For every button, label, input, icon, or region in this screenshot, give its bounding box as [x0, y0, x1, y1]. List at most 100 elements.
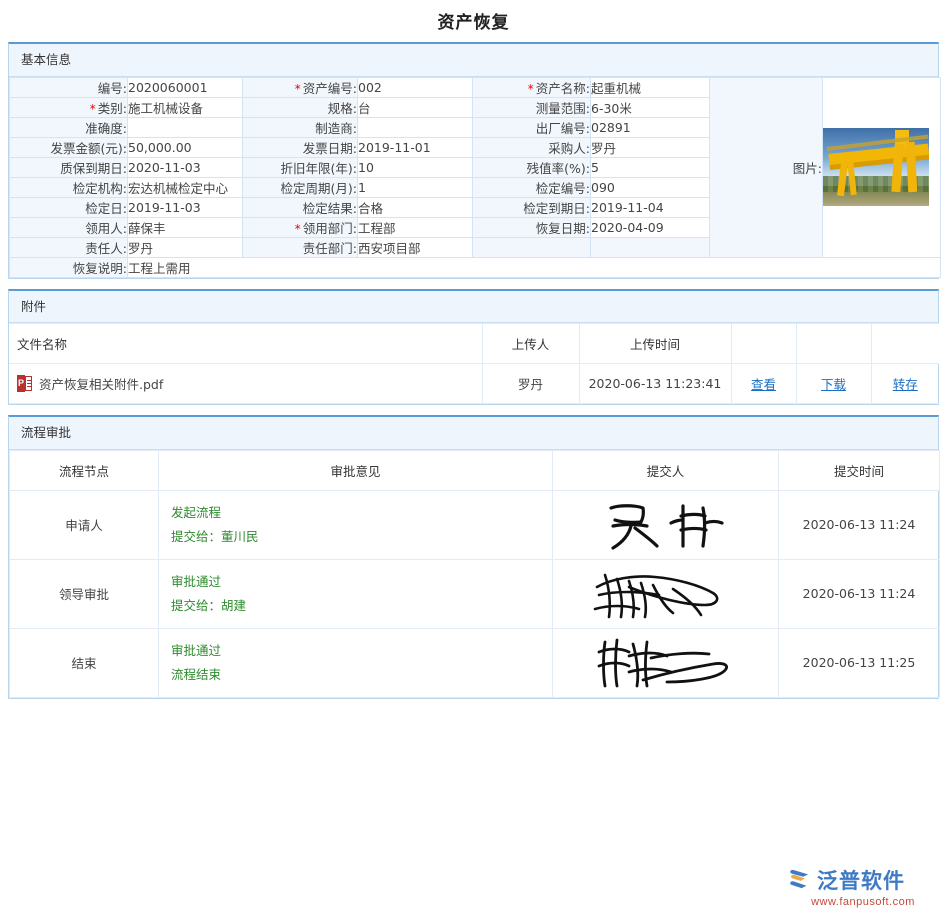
flow-node-name: 申请人: [10, 490, 159, 559]
label-text: 出厂编号:: [536, 121, 590, 136]
field-value[interactable]: 2020-11-03: [128, 157, 243, 177]
col-header-action-download: [796, 324, 871, 364]
flow-opinion-line: 提交给：董川民: [171, 525, 544, 549]
basic-info-panel: 基本信息 编号: 2020060001 *资产编号: 002 *资产名称: 起重…: [8, 42, 939, 279]
field-value[interactable]: 宏达机械检定中心: [128, 177, 243, 197]
label-text: 检定结果:: [303, 201, 357, 216]
field-value[interactable]: 50,000.00: [128, 137, 243, 157]
flow-opinion: 审批通过 流程结束: [159, 628, 553, 697]
asset-image-cell: [823, 77, 941, 257]
label-text: 折旧年限(年):: [281, 161, 357, 176]
field-value[interactable]: 施工机械设备: [128, 97, 243, 117]
field-value[interactable]: 6-30米: [591, 97, 710, 117]
field-label: 检定周期(月):: [243, 177, 358, 197]
save-as-link[interactable]: 转存: [893, 377, 918, 392]
flow-time: 2020-06-13 11:24: [779, 559, 940, 628]
field-value[interactable]: 1: [358, 177, 473, 197]
label-text: 资产编号:: [303, 81, 357, 96]
label-text: 资产名称:: [536, 81, 590, 96]
view-link[interactable]: 查看: [751, 377, 776, 392]
field-value[interactable]: 罗丹: [128, 237, 243, 257]
field-label: 出厂编号:: [473, 117, 591, 137]
note-label: 恢复说明:: [10, 257, 128, 277]
label-text: 类别:: [98, 101, 127, 116]
flow-node-name: 领导审批: [10, 559, 159, 628]
required-asterisk: *: [90, 102, 96, 116]
table-row: 编号: 2020060001 *资产编号: 002 *资产名称: 起重机械 图片…: [10, 77, 941, 97]
attachment-panel: 附件 文件名称 上传人 上传时间: [8, 289, 939, 406]
field-value[interactable]: 090: [591, 177, 710, 197]
image-label-text: 图片:: [793, 161, 822, 176]
table-row: P 资产恢复相关附件.pdf 罗丹 2020-06-13 11:23:41 查看…: [9, 364, 939, 404]
field-value[interactable]: 工程部: [358, 217, 473, 237]
field-value[interactable]: 起重机械: [591, 77, 710, 97]
field-value[interactable]: 2019-11-04: [591, 197, 710, 217]
field-label: 测量范围:: [473, 97, 591, 117]
watermark-brand: 泛普软件: [817, 865, 905, 895]
field-value[interactable]: 5: [591, 157, 710, 177]
attachment-action-cell: 转存: [871, 364, 939, 404]
field-value[interactable]: 台: [358, 97, 473, 117]
flow-node-name: 结束: [10, 628, 159, 697]
field-label: 检定结果:: [243, 197, 358, 217]
field-value[interactable]: 10: [358, 157, 473, 177]
label-text: 质保到期日:: [60, 161, 127, 176]
field-label: *类别:: [10, 97, 128, 117]
table-row: 结束 审批通过 流程结束: [10, 628, 940, 697]
flow-thead: 流程节点 审批意见 提交人 提交时间: [10, 450, 940, 490]
field-value[interactable]: 罗丹: [591, 137, 710, 157]
field-value[interactable]: 002: [358, 77, 473, 97]
table-row-note: 恢复说明: 工程上需用: [10, 257, 941, 277]
field-label: 检定到期日:: [473, 197, 591, 217]
field-value[interactable]: 西安项目部: [358, 237, 473, 257]
label-text: 检定日:: [85, 201, 127, 216]
fanpu-logo-icon: [787, 867, 813, 893]
label-text: 残值率(%):: [527, 161, 590, 176]
field-value[interactable]: 2020060001: [128, 77, 243, 97]
flow-time: 2020-06-13 11:24: [779, 490, 940, 559]
field-value[interactable]: [128, 117, 243, 137]
flow-signature-cell: [553, 490, 779, 559]
field-value[interactable]: 2020-04-09: [591, 217, 710, 237]
field-value[interactable]: [358, 117, 473, 137]
download-link[interactable]: 下载: [821, 377, 846, 392]
field-label: 领用人:: [10, 217, 128, 237]
field-value[interactable]: 2019-11-03: [128, 197, 243, 217]
attachment-file-name[interactable]: 资产恢复相关附件.pdf: [39, 374, 163, 393]
pdf-icon-sheet: [25, 376, 32, 391]
label-text: 发票金额(元):: [51, 141, 127, 156]
note-value[interactable]: 工程上需用: [128, 257, 941, 277]
field-value[interactable]: 2019-11-01: [358, 137, 473, 157]
flow-opinion: 审批通过 提交给：胡建: [159, 559, 553, 628]
col-header-file-name: 文件名称: [9, 324, 482, 364]
flow-opinion-line: 发起流程: [171, 501, 544, 525]
label-text: 发票日期:: [303, 141, 357, 156]
label-text: 领用部门:: [303, 221, 357, 236]
flow-tbody: 申请人 发起流程 提交给：董川民: [10, 490, 940, 697]
field-value[interactable]: 02891: [591, 117, 710, 137]
pdf-file-icon: P: [17, 375, 32, 392]
label-text: 检定编号:: [536, 181, 590, 196]
field-label: 恢复日期:: [473, 217, 591, 237]
attachment-section-title: 附件: [9, 291, 938, 324]
field-value[interactable]: 合格: [358, 197, 473, 217]
flow-opinion-line: 审批通过: [171, 639, 544, 663]
col-header-action-view: [731, 324, 796, 364]
basic-info-tbody: 编号: 2020060001 *资产编号: 002 *资产名称: 起重机械 图片…: [10, 77, 941, 277]
label-text: 检定到期日:: [523, 201, 590, 216]
table-header-row: 流程节点 审批意见 提交人 提交时间: [10, 450, 940, 490]
required-asterisk: *: [295, 222, 301, 236]
flow-opinion-line: 提交给：胡建: [171, 594, 544, 618]
field-label: *资产名称:: [473, 77, 591, 97]
field-value[interactable]: 薛保丰: [128, 217, 243, 237]
label-text: 恢复日期:: [536, 221, 590, 236]
attachment-thead: 文件名称 上传人 上传时间: [9, 324, 939, 364]
col-header-submitter: 提交人: [553, 450, 779, 490]
attachment-action-cell: 查看: [731, 364, 796, 404]
field-label: 残值率(%):: [473, 157, 591, 177]
flow-approval-panel: 流程审批 流程节点 审批意见 提交人 提交时间 申请人 发起流程: [8, 415, 939, 699]
flow-time: 2020-06-13 11:25: [779, 628, 940, 697]
brand-watermark: 泛普软件 www.fanpusoft.com: [787, 865, 939, 913]
flow-opinion-line: 审批通过: [171, 570, 544, 594]
label-text: 检定周期(月):: [281, 181, 357, 196]
